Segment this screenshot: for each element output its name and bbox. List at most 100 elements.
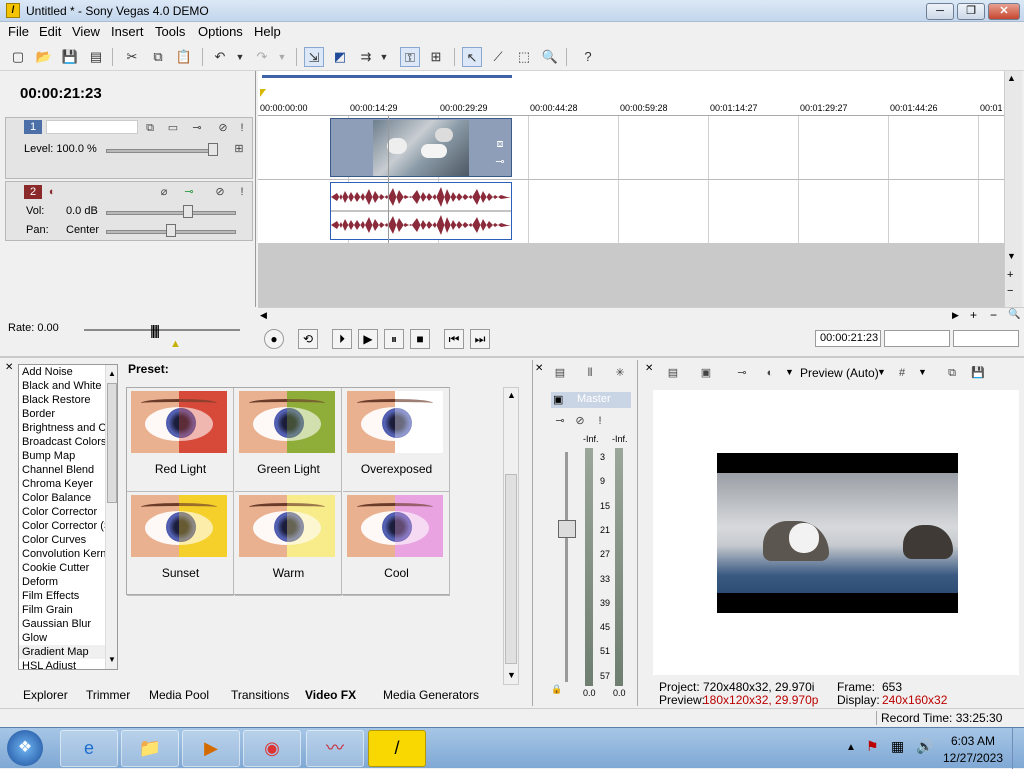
timeline-empty-area[interactable] (258, 243, 1004, 307)
auto-crossfade-icon[interactable]: ◩ (330, 47, 350, 67)
mixer-insert-bus-icon[interactable]: ⫴ (583, 366, 597, 380)
fx-list-item[interactable]: Border (19, 407, 117, 421)
copy-icon[interactable]: ⧉ (148, 47, 168, 67)
show-hidden-icons-icon[interactable]: ▲ (846, 742, 856, 753)
vol-slider-thumb[interactable] (183, 205, 193, 218)
fx-list-item[interactable]: Deform (19, 575, 117, 589)
fx-list-item[interactable]: Broadcast Colors (19, 435, 117, 449)
selection-edit-tool-icon[interactable]: ⬚ (514, 47, 534, 67)
preset-thumbnail[interactable]: Green Light (235, 388, 342, 492)
start-button-icon[interactable]: ❖ (7, 730, 43, 766)
undo-icon[interactable]: ↶ (210, 47, 230, 67)
master-solo-icon[interactable]: ! (593, 414, 607, 428)
audio-fx-icon[interactable]: ⊸ (182, 185, 196, 199)
preset-thumbnail[interactable]: Red Light (127, 388, 234, 492)
fx-list-item[interactable]: Color Corrector (S (19, 519, 117, 533)
fx-list-item[interactable]: Bump Map (19, 449, 117, 463)
cursor-position-box[interactable]: 00:00:21:23 (815, 330, 881, 347)
whats-this-help-icon[interactable]: ? (578, 47, 598, 67)
network-icon[interactable]: ▦ (891, 738, 904, 755)
go-to-start-button[interactable]: ⏮ (444, 329, 464, 349)
vol-slider[interactable] (106, 211, 236, 215)
menu-file[interactable]: File (8, 24, 29, 39)
video-output-fx-icon[interactable]: ⊸ (735, 366, 749, 380)
video-track-header[interactable]: 1 ⧉ ▭ ⊸ ⊘ ! Level: 100.0 % ⊞ (5, 117, 253, 179)
menu-view[interactable]: View (72, 24, 100, 39)
fx-list-item[interactable]: Channel Blend (19, 463, 117, 477)
play-button[interactable]: ▶ (358, 329, 378, 349)
volume-icon[interactable]: 🔊 (916, 738, 933, 755)
zoom-out-vertical-icon[interactable]: − (1007, 285, 1013, 297)
rate-slider-thumb[interactable]: ||||| (150, 322, 160, 338)
selection-start-box[interactable] (884, 330, 950, 347)
master-mute-icon[interactable]: ⊘ (573, 414, 587, 428)
master-bus-header[interactable]: ▣ Master (551, 392, 631, 408)
scroll-down-icon[interactable]: ▼ (1007, 251, 1016, 261)
external-monitor-icon[interactable]: ▣ (699, 366, 713, 380)
fx-list-item[interactable]: Cookie Cutter (19, 561, 117, 575)
fx-list-item[interactable]: Add Noise (19, 365, 117, 379)
action-center-icon[interactable]: ⚑ (866, 738, 879, 755)
lock-icon[interactable]: 🔒 (551, 684, 562, 695)
new-file-icon[interactable]: ▢ (8, 47, 28, 67)
clip-fx-icon[interactable]: ⊸ (493, 155, 507, 169)
zoom-in-time-icon[interactable]: + (970, 308, 977, 322)
audio-track-header[interactable]: 2 ◖ ⌀ ⊸ ⊘ ! Vol: 0.0 dB Pan: Center (5, 181, 253, 241)
tab-explorer[interactable]: Explorer (23, 688, 68, 702)
preset-scroll-down-icon[interactable]: ▼ (507, 670, 516, 680)
fx-list-scrollbar[interactable]: ▲ ▼ (105, 365, 117, 669)
quality-dropdown-icon[interactable]: ▼ (877, 367, 886, 377)
undo-dropdown-icon[interactable]: ▼ (234, 47, 246, 67)
preset-thumbnail[interactable]: Warm (235, 492, 342, 596)
track-fx-icon[interactable]: ▭ (166, 121, 180, 135)
menu-tools[interactable]: Tools (155, 24, 185, 39)
menu-help[interactable]: Help (254, 24, 281, 39)
close-mixer-icon[interactable]: ✕ (535, 363, 543, 374)
open-folder-icon[interactable]: 📂 (34, 47, 54, 67)
chrome-icon[interactable]: ◉ (243, 730, 301, 767)
fx-list-item[interactable]: Black and White (19, 379, 117, 393)
expand-track-icon[interactable]: ⊞ (232, 142, 246, 156)
fx-scroll-down-icon[interactable]: ▼ (108, 655, 116, 664)
sound-forge-icon[interactable]: 〰 (306, 730, 364, 767)
master-fader-track[interactable] (565, 452, 568, 682)
media-player-icon[interactable]: ▶ (182, 730, 240, 767)
ripple-edit-icon[interactable]: ⇉ (356, 47, 376, 67)
redo-icon[interactable]: ↷ (252, 47, 272, 67)
pan-slider-thumb[interactable] (166, 224, 176, 237)
preset-thumbnail[interactable]: Sunset (127, 492, 234, 596)
preset-thumbnail[interactable]: Cool (343, 492, 450, 596)
scroll-left-icon[interactable]: ◀ (260, 310, 267, 321)
menu-edit[interactable]: Edit (39, 24, 61, 39)
ripple-dropdown-icon[interactable]: ▼ (378, 47, 390, 67)
scroll-right-icon[interactable]: ▶ (952, 310, 959, 321)
fx-scroll-up-icon[interactable]: ▲ (108, 369, 116, 378)
menu-options[interactable]: Options (198, 24, 243, 39)
minimize-button[interactable]: ─ (926, 3, 954, 20)
timeline-ruler[interactable]: 00:00:00:00 00:00:14:29 00:00:29:29 00:0… (258, 71, 1004, 116)
fx-list-item[interactable]: Color Curves (19, 533, 117, 547)
preview-quality-dropdown[interactable]: Preview (Auto) (800, 366, 879, 380)
loop-playback-button[interactable]: ⟲ (298, 329, 318, 349)
preset-scroll-thumb[interactable] (505, 474, 517, 664)
clip-pan-crop-icon[interactable]: ⧈ (493, 137, 507, 151)
zoom-tool-icon[interactable]: 🔍 (1008, 309, 1020, 320)
maximize-button[interactable]: ❐ (957, 3, 985, 20)
rate-slider[interactable] (84, 329, 240, 331)
menu-insert[interactable]: Insert (111, 24, 144, 39)
snap-icon[interactable]: ⇲ (304, 47, 324, 67)
fx-list-item[interactable]: Glow (19, 631, 117, 645)
preset-scrollbar[interactable]: ▲ ▼ (503, 387, 519, 685)
master-fx-icon[interactable]: ⊸ (553, 414, 567, 428)
save-snapshot-icon[interactable]: 💾 (971, 366, 985, 380)
audio-solo-icon[interactable]: ! (235, 185, 249, 199)
zoom-out-time-icon[interactable]: − (990, 308, 997, 322)
level-slider-thumb[interactable] (208, 143, 218, 156)
preset-thumbnail[interactable]: Overexposed (343, 388, 450, 492)
mute-icon[interactable]: ⊘ (216, 121, 230, 135)
timeline-vertical-scrollbar[interactable]: ▲ ▼ + − (1004, 71, 1022, 307)
level-slider[interactable] (106, 149, 218, 153)
mixer-properties-icon[interactable]: ▤ (553, 366, 567, 380)
close-button[interactable]: ✕ (988, 3, 1020, 20)
selection-length-box[interactable] (953, 330, 1019, 347)
